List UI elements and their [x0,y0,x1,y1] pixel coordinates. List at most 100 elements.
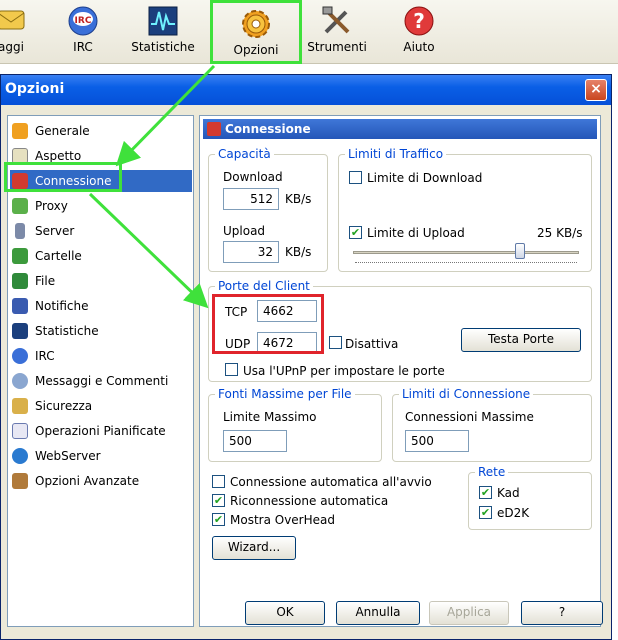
panel-header: Connessione [203,119,597,139]
nav-item-label: Generale [35,124,90,138]
upnp-checkbox[interactable] [225,363,238,376]
svg-text:IRC: IRC [75,16,92,26]
statistics-icon [12,323,28,339]
show-overhead-checkbox[interactable]: ✔ [212,513,225,526]
nav-item-file[interactable]: File [10,270,192,292]
max-connections-input[interactable]: 500 [405,430,469,452]
nav-item-statistiche[interactable]: Statistiche [10,320,192,342]
toolbar-statistics-label: Statistiche [131,40,195,54]
upnp-label: Usa l'UPnP per impostare le porte [243,364,445,378]
max-sources-input[interactable]: 500 [223,430,287,452]
network-group-title: Rete [475,465,509,479]
irc-icon [12,348,28,364]
server-icon [15,223,25,239]
nav-item-label: IRC [35,349,55,363]
connection-highlight-frame [4,162,122,192]
messages-icon [0,10,25,30]
nav-item-cartelle[interactable]: Cartelle [10,245,192,267]
show-overhead-label: Mostra OverHead [230,513,335,527]
calendar-icon [12,423,28,439]
cancel-button[interactable]: Annulla [336,601,420,625]
close-button[interactable]: × [585,79,607,101]
nav-item-label: WebServer [35,449,101,463]
max-connections-label: Connessioni Massime [405,410,534,424]
test-ports-button[interactable]: Testa Porte [461,328,581,352]
upload-capacity-input[interactable]: 32 [223,241,279,263]
upload-label: Upload [223,224,266,238]
svg-text:?: ? [413,9,425,33]
nav-item-server[interactable]: Server [10,220,192,242]
auto-reconnect-label: Riconnessione automatica [230,494,389,508]
apply-button[interactable]: Applica [429,601,509,625]
nav-item-label: Messaggi e Commenti [35,374,169,388]
upload-limit-slider-track[interactable] [353,251,579,254]
traffic-limits-group: Limiti di Traffico Limite di Download ✔ … [338,147,592,272]
upload-limit-slider-thumb[interactable] [515,243,525,259]
nav-item-label: Notifiche [35,299,89,313]
toolbar-statistics-button[interactable]: Statistiche [122,0,204,60]
globe-icon [12,448,28,464]
upload-limit-checkbox[interactable]: ✔ [349,226,362,239]
toolbar-options-label: Opzioni [233,43,279,57]
ports-highlight-frame [212,294,324,354]
auto-reconnect-checkbox[interactable]: ✔ [212,494,225,507]
auto-connect-label: Connessione automatica all'avvio [230,475,432,489]
folder-icon [12,248,28,264]
wizard-button[interactable]: Wizard... [212,536,296,560]
ed2k-label: eD2K [497,506,530,520]
nav-item-label: Operazioni Pianificate [35,424,166,438]
nav-item-webserver[interactable]: WebServer [10,445,192,467]
close-icon: × [590,81,602,97]
nav-item-generale[interactable]: Generale [10,120,192,142]
max-sources-label: Limite Massimo [223,410,317,424]
capacity-group: Capacità Download 512 KB/s Upload 32 KB/… [208,147,328,272]
max-sources-group-title: Fonti Massime per File [215,387,355,401]
help-button[interactable]: ? [521,601,603,625]
connection-limits-group: Limiti di Connessione Connessioni Massim… [392,387,592,462]
help-icon: ? [404,6,434,36]
irc-icon: IRC [68,6,98,36]
nav-item-label: Aspetto [35,149,82,163]
auto-connect-checkbox[interactable] [212,475,225,488]
download-limit-label: Limite di Download [367,171,483,185]
nav-item-notifiche[interactable]: Notifiche [10,295,192,317]
nav-item-avanzate[interactable]: Opzioni Avanzate [10,470,192,492]
dialog-titlebar[interactable]: Opzioni × [1,75,611,105]
capacity-group-title: Capacità [215,147,274,161]
upload-unit-label: KB/s [285,245,312,259]
nav-item-label: File [35,274,56,288]
panel-title: Connessione [225,122,311,136]
toolbar-irc-label: IRC [73,40,93,54]
dialog-title: Opzioni [5,81,65,97]
nav-item-operazioni[interactable]: Operazioni Pianificate [10,420,192,442]
traffic-limits-group-title: Limiti di Traffico [345,147,447,161]
main-toolbar: aggi IRC IRC Statistiche Opzioni Strumen… [0,0,618,64]
nav-item-proxy[interactable]: Proxy [10,195,192,217]
toolbar-tools-button[interactable]: Strumenti [296,0,378,60]
toolbar-help-button[interactable]: ? Aiuto [378,0,460,60]
advanced-settings-icon [12,473,28,489]
upload-limit-label: Limite di Upload [367,226,465,240]
udp-disable-label: Disattiva [345,337,399,351]
nav-item-messaggi[interactable]: Messaggi e Commenti [10,370,192,392]
connection-settings-panel: Connessione Capacità Download 512 KB/s U… [199,115,601,627]
nav-item-label: Opzioni Avanzate [35,474,140,488]
messages-icon [12,373,28,389]
ed2k-checkbox[interactable]: ✔ [479,506,492,519]
max-sources-group: Fonti Massime per File Limite Massimo 50… [208,387,382,462]
toolbar-irc-button[interactable]: IRC IRC [42,0,124,60]
nav-item-label: Server [35,224,75,238]
download-limit-checkbox[interactable] [349,171,362,184]
notification-icon [12,298,28,314]
kad-checkbox[interactable]: ✔ [479,486,492,499]
download-capacity-input[interactable]: 512 [223,188,279,210]
nav-item-sicurezza[interactable]: Sicurezza [10,395,192,417]
nav-item-irc[interactable]: IRC [10,345,192,367]
udp-disable-checkbox[interactable] [329,336,342,349]
nav-item-label: Proxy [35,199,68,213]
toolbar-options-button[interactable]: Opzioni [210,0,302,64]
download-label: Download [223,170,283,184]
connection-plug-icon [207,122,221,136]
ok-button[interactable]: OK [245,601,325,625]
gear-icon [12,123,28,139]
